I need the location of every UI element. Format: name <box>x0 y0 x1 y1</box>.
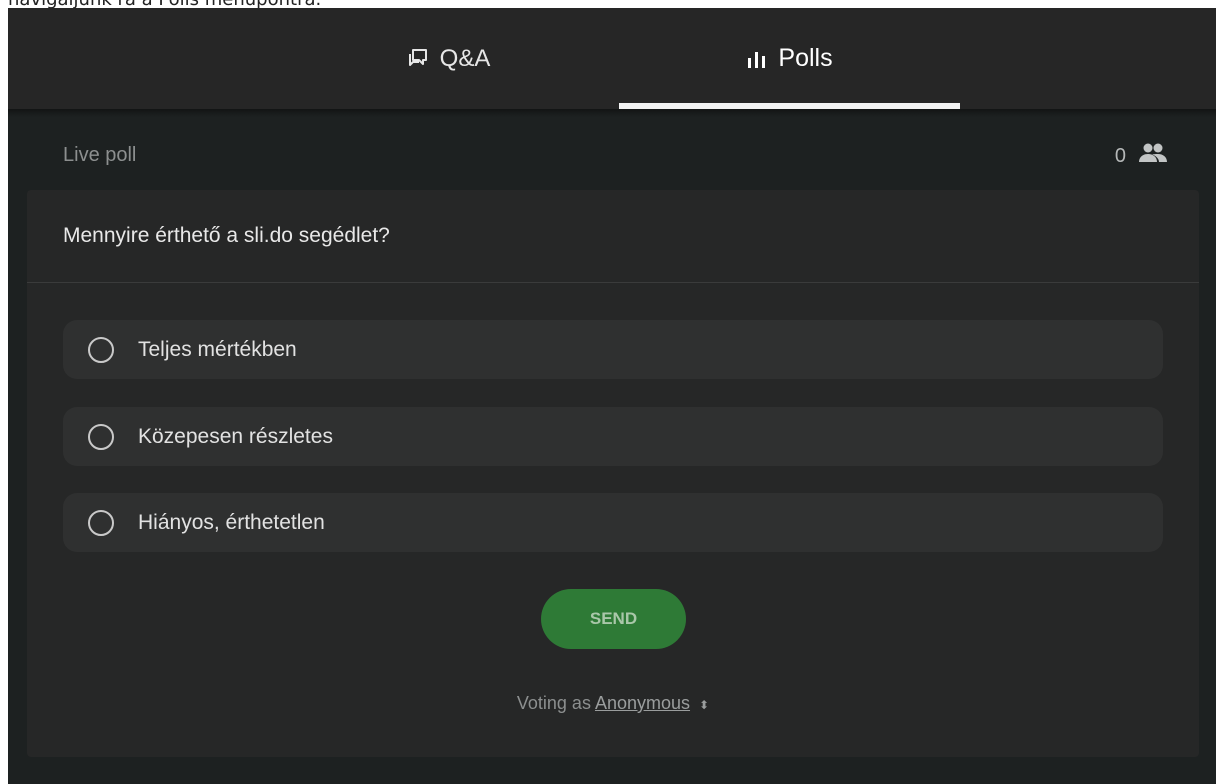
voting-identity-link[interactable]: Anonymous <box>595 693 690 713</box>
radio-button-1[interactable] <box>88 336 114 363</box>
poll-option-label: Teljes mértékben <box>138 337 297 361</box>
send-button[interactable]: SEND <box>541 589 686 649</box>
poll-option-label: Hiányos, érthetetlen <box>138 510 325 534</box>
poll-card: Mennyire érthető a sli.do segédlet? Telj… <box>27 190 1199 757</box>
tab-polls-label: Polls <box>778 44 833 72</box>
tab-polls[interactable]: Polls <box>619 8 960 109</box>
voting-prefix: Voting as <box>516 693 591 713</box>
tab-qa[interactable]: Q&A <box>278 8 618 109</box>
slido-app: Q&A Polls Live poll 0 Mennyire érthető a… <box>8 8 1216 784</box>
poll-question: Mennyire érthető a sli.do segédlet? <box>63 224 390 247</box>
tab-qa-label: Q&A <box>439 44 491 72</box>
poll-option-label: Közepesen részletes <box>138 424 333 448</box>
radio-button-3[interactable] <box>88 509 114 536</box>
people-icon <box>1126 142 1168 170</box>
top-navigation: Q&A Polls <box>8 8 1216 109</box>
participant-count: 0 <box>1114 144 1126 167</box>
poll-option-2[interactable]: Közepesen részletes <box>63 407 1163 466</box>
bar-chart-icon <box>746 48 768 70</box>
radio-button-2[interactable] <box>88 423 114 450</box>
card-divider <box>27 282 1199 283</box>
live-poll-label: Live poll <box>63 144 137 166</box>
live-poll-header: Live poll 0 <box>8 138 1216 174</box>
chat-bubbles-icon <box>406 47 430 71</box>
topbar-shadow <box>8 109 1216 117</box>
poll-option-3[interactable]: Hiányos, érthetetlen <box>63 493 1163 552</box>
poll-option-1[interactable]: Teljes mértékben <box>63 320 1163 379</box>
sort-arrows-icon[interactable]: ⬍ <box>699 698 709 712</box>
page-caption: navigáljunk rá a Polls menüpontra. <box>8 0 908 8</box>
voting-as-line: Voting as Anonymous ⬍ <box>27 693 1199 714</box>
participant-counter: 0 <box>1115 142 1168 170</box>
